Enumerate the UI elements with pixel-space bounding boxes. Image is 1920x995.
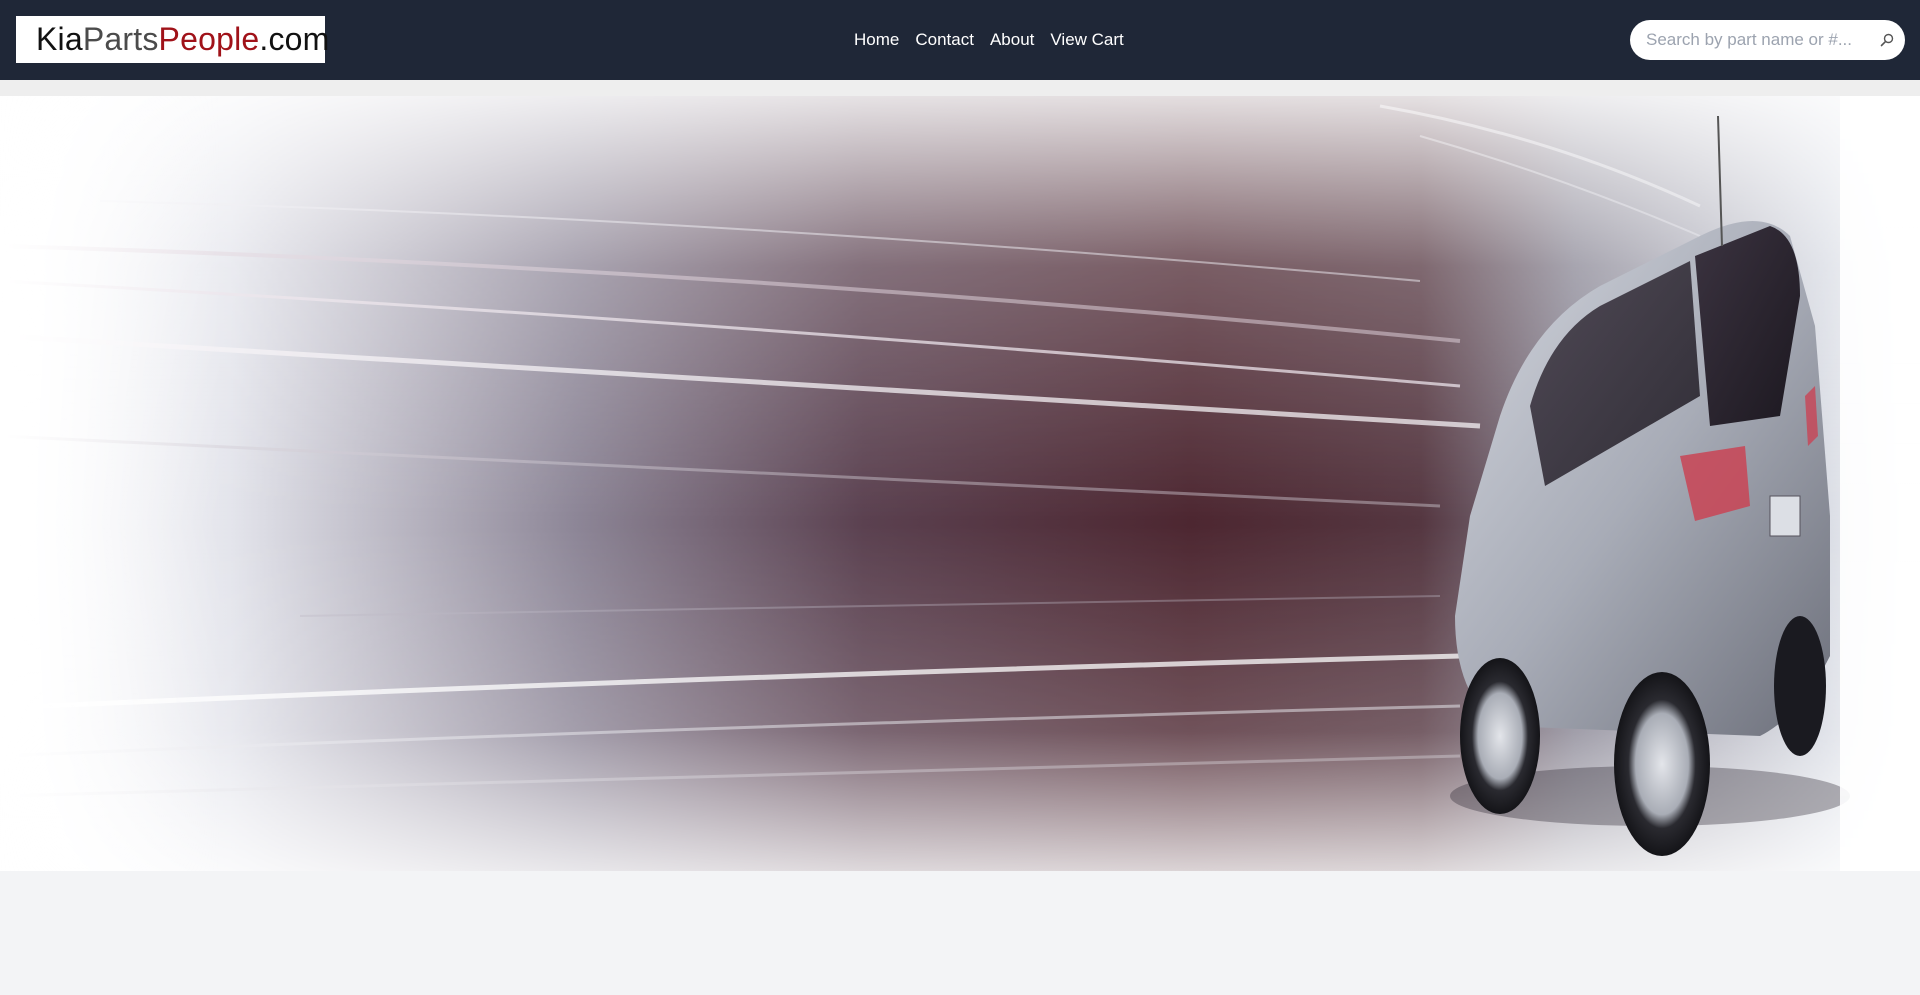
main-nav: Home Contact About View Cart bbox=[846, 0, 1132, 80]
logo-text-com: .com bbox=[259, 21, 330, 57]
logo-text-people: People bbox=[158, 21, 260, 57]
top-navbar: Kia Parts People .com Home Contact About Vi… bbox=[0, 0, 1920, 80]
hero-image bbox=[0, 96, 1920, 871]
hero-banner bbox=[0, 96, 1920, 871]
search-input[interactable] bbox=[1646, 20, 1866, 60]
nav-view-cart-link[interactable]: View Cart bbox=[1042, 30, 1131, 50]
page-background bbox=[0, 871, 1920, 995]
site-logo[interactable]: Kia Parts People .com bbox=[16, 16, 329, 63]
search-box bbox=[1630, 20, 1905, 60]
nav-about-link[interactable]: About bbox=[982, 30, 1042, 50]
search-icon[interactable] bbox=[1880, 33, 1894, 47]
logo-text-kia: Kia bbox=[36, 21, 83, 57]
header-divider bbox=[0, 80, 1920, 96]
nav-home-link[interactable]: Home bbox=[846, 30, 907, 50]
nav-contact-link[interactable]: Contact bbox=[907, 30, 982, 50]
logo-text-parts: Parts bbox=[82, 21, 159, 57]
